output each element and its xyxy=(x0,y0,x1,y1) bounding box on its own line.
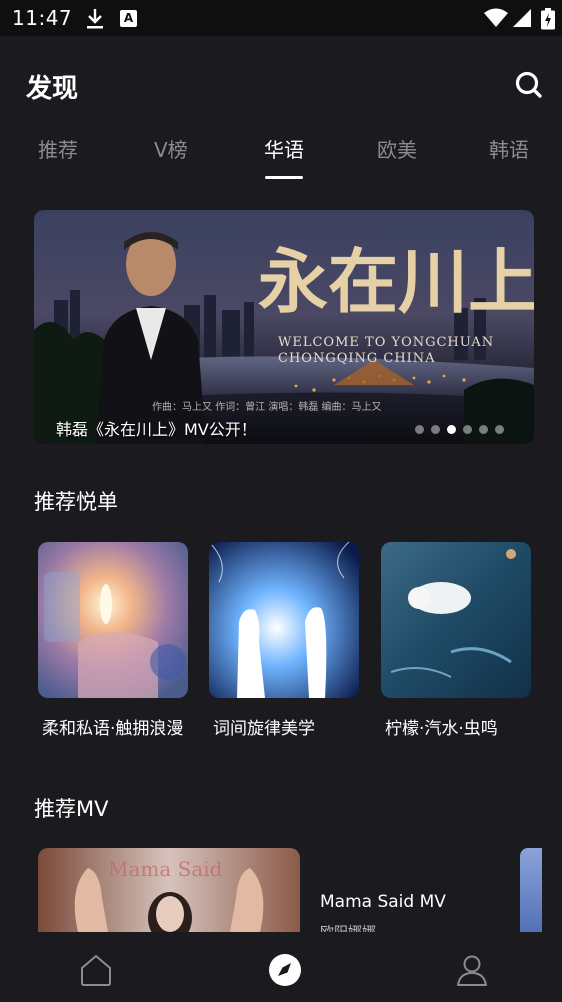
playlist-card[interactable]: 柠檬·汽水·虫鸣 xyxy=(381,542,531,739)
compass-icon xyxy=(269,954,301,986)
category-tabs: 推荐 V榜 华语 欧美 韩语 xyxy=(0,134,562,184)
playlist-cover xyxy=(38,542,188,698)
nav-discover-button[interactable] xyxy=(267,952,303,988)
svg-text:作曲：马上又 作词：曾江 演唱：韩磊 编曲：马上: 作曲：马上又 作词：曾江 演唱：韩磊 编曲：马上又 xyxy=(152,400,382,413)
nav-home-button[interactable] xyxy=(78,952,114,988)
nav-profile-button[interactable] xyxy=(454,952,490,988)
page-title: 发现 xyxy=(26,74,79,104)
banner-image: 永在川上 WELCOME TO YONGCHUAN CHONGQING CHIN… xyxy=(34,210,534,444)
pagination-dot[interactable] xyxy=(463,425,472,434)
playlist-title: 词间旋律美学 xyxy=(213,719,315,739)
home-icon xyxy=(81,955,111,986)
active-tab-indicator xyxy=(265,176,303,179)
banner-pagination xyxy=(415,425,504,435)
wifi-icon xyxy=(484,8,508,32)
playlist-card[interactable]: 柔和私语·触拥浪漫 xyxy=(38,542,188,739)
playlist-card[interactable]: 词间旋律美学 xyxy=(209,542,359,739)
status-time: 11:47 xyxy=(12,6,73,30)
svg-text:CHONGQING CHINA: CHONGQING CHINA xyxy=(278,351,436,366)
pagination-dot[interactable] xyxy=(415,425,424,434)
discover-screen: 11:47 A 发现 推荐 V榜 华语 欧美 韩语 永在川上 WELCOME T… xyxy=(0,0,562,1002)
tab-western[interactable]: 欧美 xyxy=(377,134,417,163)
tab-v-chart[interactable]: V榜 xyxy=(154,134,188,163)
mv-thumbnail[interactable]: Mama Said xyxy=(38,848,300,932)
mv-next-card[interactable] xyxy=(520,848,542,932)
playlist-title: 柔和私语·触拥浪漫 xyxy=(42,719,184,739)
tab-recommend[interactable]: 推荐 xyxy=(38,134,78,163)
search-icon xyxy=(515,71,542,98)
tab-korean[interactable]: 韩语 xyxy=(489,134,529,163)
mv-title[interactable]: Mama Said MV xyxy=(320,892,446,912)
banner-calligraphy: 永在川上 xyxy=(258,240,534,323)
svg-text:WELCOME TO YONGCHUAN: WELCOME TO YONGCHUAN xyxy=(278,335,494,350)
mv-section-title: 推荐MV xyxy=(34,797,109,821)
pagination-dot[interactable] xyxy=(431,425,440,434)
status-bar: 11:47 A xyxy=(0,0,562,36)
pagination-dot-active[interactable] xyxy=(447,425,456,434)
user-icon xyxy=(457,955,487,986)
playlists-section-title: 推荐悦单 xyxy=(34,490,118,514)
bottom-nav xyxy=(0,932,562,1002)
signal-icon xyxy=(512,8,532,32)
pagination-dot[interactable] xyxy=(495,425,504,434)
battery-icon xyxy=(541,8,555,34)
mv-thumb-text: Mama Said xyxy=(108,857,223,881)
playlist-cover xyxy=(209,542,359,698)
playlist-title: 柠檬·汽水·虫鸣 xyxy=(385,719,498,739)
search-button[interactable] xyxy=(514,70,544,100)
playlist-cover xyxy=(381,542,531,698)
mv-artist: 欧阳娜娜 xyxy=(320,922,376,932)
tab-chinese[interactable]: 华语 xyxy=(264,134,304,163)
banner-carousel[interactable]: 永在川上 WELCOME TO YONGCHUAN CHONGQING CHIN… xyxy=(34,210,534,444)
pagination-dot[interactable] xyxy=(479,425,488,434)
app-a-icon: A xyxy=(120,10,137,27)
banner-caption: 韩磊《永在川上》MV公开！ xyxy=(56,420,257,439)
download-icon xyxy=(86,8,104,34)
